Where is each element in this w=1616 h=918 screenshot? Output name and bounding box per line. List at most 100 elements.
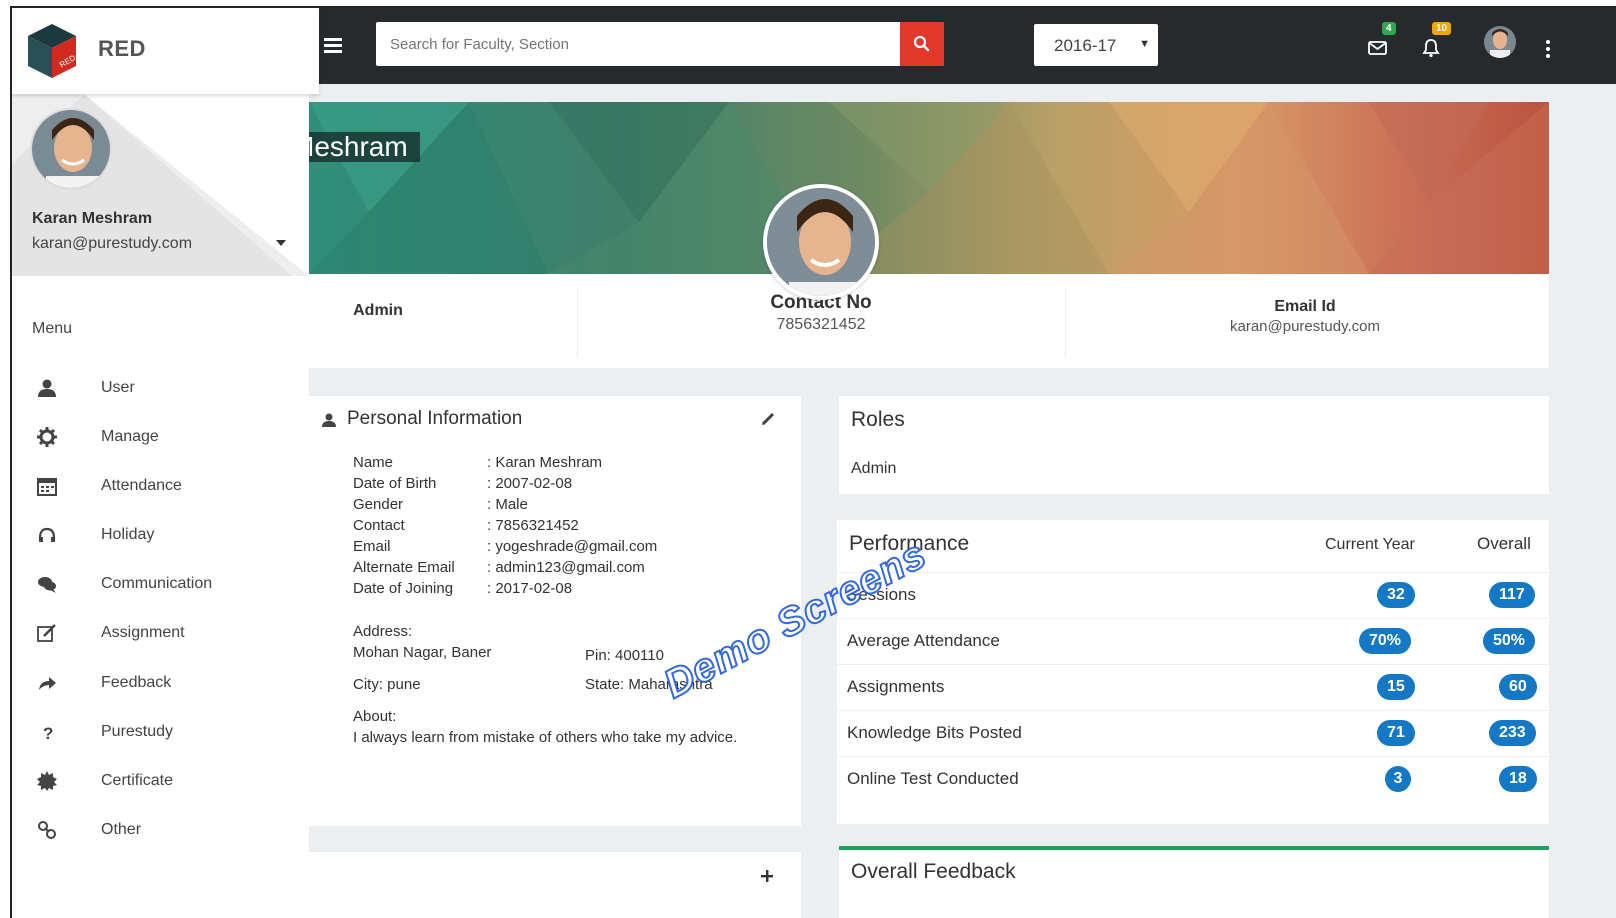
sidebar-item-purestudy[interactable]: ? Purestudy (12, 713, 309, 753)
sidebar-item-holiday[interactable]: Holiday (12, 516, 309, 556)
main-content: Meshram Admin Contact No 7856321452 Emai… (309, 84, 1616, 918)
metric-label: Average Attendance (847, 631, 1000, 650)
role-value: Admin (851, 460, 897, 477)
banner-pattern (309, 102, 1549, 274)
info-row-alt-email: Alternate Email : admin123@gmail.com (353, 559, 645, 576)
info-key: Contact (353, 517, 405, 534)
app-window: 2016-17 ▼ 4 10 RED RED (10, 6, 1616, 918)
info-value: : 2017-02-08 (487, 580, 573, 597)
search-input[interactable] (376, 22, 898, 66)
mail-icon (1368, 41, 1387, 55)
info-row-dob: Date of Birth: 2007-02-08 (353, 475, 572, 492)
table-row: Online Test Conducted 3 18 (837, 756, 1549, 802)
sidebar-item-label: Attendance (101, 477, 182, 494)
profile-info-strip: Admin Contact No 7856321452 Email Id kar… (309, 274, 1549, 368)
brand-name: RED (98, 36, 146, 61)
headphones-icon (38, 527, 56, 542)
notifications-button[interactable]: 10 (1422, 22, 1452, 63)
sidebar-item-label: Assignment (101, 624, 185, 641)
sidebar-item-label: User (101, 379, 135, 396)
sidebar-item-manage[interactable]: Manage (12, 418, 309, 458)
info-key: Alternate Email (353, 559, 455, 576)
sidebar: Karan Meshram karan@purestudy.com Menu U… (12, 94, 309, 918)
overall-value-badge: 60 (1499, 674, 1537, 700)
overall-value-badge: 117 (1489, 582, 1535, 608)
sidebar-item-assignment[interactable]: Assignment (12, 614, 309, 654)
role-info: Admin (333, 302, 423, 320)
city-value: City: pune (353, 676, 421, 693)
about-value: I always learn from mistake of others wh… (353, 729, 738, 746)
current-value-badge: 71 (1377, 720, 1415, 746)
feedback-title: Overall Feedback (851, 860, 1016, 883)
question-icon: ? (43, 724, 53, 743)
address-value: Mohan Nagar, Baner (353, 644, 492, 661)
mail-badge: 4 (1382, 22, 1396, 35)
about-label: About: (353, 708, 397, 725)
contact-value: 7856321452 (776, 316, 866, 333)
sidebar-item-attendance[interactable]: Attendance (12, 467, 309, 507)
info-key: Email (353, 538, 391, 555)
banner-user-name: Meshram (309, 132, 420, 162)
info-value: : admin123@gmail.com (487, 559, 645, 576)
metric-label: Online Test Conducted (847, 769, 1019, 788)
link-icon (38, 821, 56, 839)
search-button[interactable] (900, 22, 944, 66)
user-avatar-button[interactable] (1484, 26, 1516, 58)
sidebar-item-other[interactable]: Other (12, 811, 309, 851)
info-key: Gender (353, 496, 404, 513)
address-label: Address: (353, 623, 413, 640)
menu-heading: Menu (32, 320, 73, 337)
info-value: : Karan Meshram (487, 454, 603, 471)
sidebar-item-certificate[interactable]: Certificate (12, 762, 309, 802)
sidebar-item-feedback[interactable]: Feedback (12, 664, 309, 704)
sidebar-user-email: karan@purestudy.com (32, 235, 193, 252)
logo-icon: RED (28, 24, 77, 78)
overall-value-badge: 233 (1489, 720, 1536, 746)
table-row: Sessions 32 117 (837, 572, 1549, 618)
sidebar-item-user[interactable]: User (12, 369, 309, 409)
gear-icon (37, 427, 57, 447)
divider (1065, 288, 1066, 358)
pencil-icon[interactable] (761, 412, 775, 426)
email-label: Email Id (1274, 298, 1336, 315)
chat-icon (38, 577, 56, 593)
avatar[interactable] (30, 108, 112, 190)
plus-icon[interactable] (761, 870, 773, 882)
personal-info-card: Personal Information Name: Karan Meshram… (309, 396, 801, 826)
profile-banner: Meshram (309, 102, 1549, 274)
caret-down-icon[interactable] (276, 240, 286, 246)
overall-feedback-card: Overall Feedback (839, 846, 1549, 918)
info-row-name: Name: Karan Meshram (353, 454, 602, 471)
roles-title: Roles (851, 408, 905, 431)
sidebar-item-label: Purestudy (101, 723, 174, 740)
current-value-badge: 70% (1359, 628, 1412, 654)
svg-text:?: ? (43, 724, 53, 743)
search-icon (913, 35, 930, 52)
info-value: : Male (487, 496, 528, 513)
edit-icon (37, 624, 56, 642)
certificate-icon (37, 771, 57, 791)
info-row-email: Email: yogeshrade@gmail.com (353, 538, 657, 555)
more-options-icon[interactable] (1546, 40, 1550, 61)
search-box (376, 22, 944, 66)
personal-info-title: Personal Information (347, 408, 523, 429)
academic-year-select[interactable]: 2016-17 ▼ (1034, 24, 1158, 66)
email-info: Email Id karan@purestudy.com (1205, 298, 1405, 335)
sidebar-item-label: Other (101, 821, 142, 838)
table-row: Assignments 15 60 (837, 664, 1549, 710)
brand-header: RED RED (12, 8, 319, 94)
hamburger-menu-icon[interactable] (324, 38, 342, 53)
sidebar-item-label: Communication (101, 575, 213, 592)
selected-year: 2016-17 (1054, 36, 1117, 55)
messages-button[interactable]: 4 (1368, 22, 1396, 61)
column-header-current: Current Year (1325, 536, 1415, 553)
current-value-badge: 3 (1385, 766, 1411, 792)
sidebar-item-label: Certificate (101, 772, 174, 789)
email-value: karan@purestudy.com (1229, 318, 1380, 335)
roles-card: Roles Admin (839, 396, 1549, 494)
table-row: Average Attendance 70% 50% (837, 618, 1549, 664)
sidebar-item-communication[interactable]: Communication (12, 565, 309, 605)
sidebar-item-label: Feedback (101, 674, 172, 691)
role-label: Admin (353, 302, 403, 319)
user-icon (322, 413, 336, 427)
